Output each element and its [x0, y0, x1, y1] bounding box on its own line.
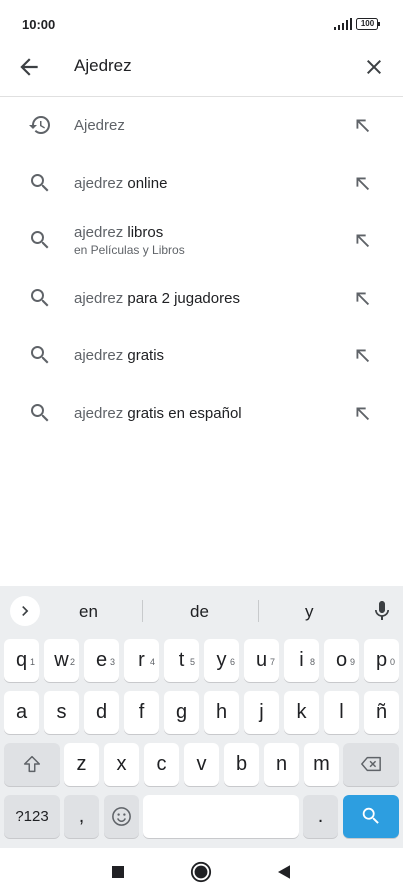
- history-icon: [29, 116, 50, 134]
- search-key[interactable]: [343, 795, 399, 838]
- close-icon[interactable]: [362, 55, 386, 79]
- battery-icon: 100: [356, 18, 380, 30]
- key-k[interactable]: k: [284, 691, 319, 734]
- fill-query-arrow-icon[interactable]: [351, 114, 373, 136]
- fill-query-arrow-icon[interactable]: [351, 229, 373, 251]
- key-v[interactable]: v: [184, 743, 219, 786]
- prediction-divider: [142, 600, 143, 622]
- key-d[interactable]: d: [84, 691, 119, 734]
- key-j[interactable]: j: [244, 691, 279, 734]
- recents-square-icon[interactable]: [110, 864, 126, 880]
- comma-key[interactable]: ,: [64, 795, 99, 838]
- expand-toolbar-button[interactable]: [10, 596, 40, 626]
- key-l[interactable]: l: [324, 691, 359, 734]
- fill-query-arrow-icon[interactable]: [351, 402, 373, 424]
- suggestion-text: ajedrez para 2 jugadores: [74, 290, 240, 307]
- key-g[interactable]: g: [164, 691, 199, 734]
- shift-arrow-icon: [23, 755, 41, 773]
- list-item[interactable]: ajedrez gratis en español: [0, 384, 403, 441]
- suggestion-text: Ajedrez: [74, 117, 125, 134]
- key-p[interactable]: p0: [364, 639, 399, 682]
- backspace-icon: [361, 756, 381, 772]
- key-c[interactable]: c: [144, 743, 179, 786]
- list-item[interactable]: ajedrez libros en Películas y Libros: [0, 211, 403, 268]
- emoji-icon: [112, 807, 131, 826]
- keyboard: en de y q1 w2 e3 r4 t5 y6 u7 i8 o9 p0 a …: [0, 586, 403, 848]
- search-icon: [31, 231, 49, 249]
- suggestion-subtitle: en Películas y Libros: [74, 243, 185, 257]
- search-icon: [31, 346, 49, 364]
- key-m[interactable]: m: [304, 743, 339, 786]
- back-arrow-icon[interactable]: [16, 54, 42, 80]
- search-icon: [31, 289, 49, 307]
- key-n-tilde[interactable]: ñ: [364, 691, 399, 734]
- symbols-key[interactable]: ?123: [4, 795, 60, 838]
- search-icon: [31, 174, 49, 192]
- list-item[interactable]: ajedrez online: [0, 154, 403, 211]
- back-triangle-icon[interactable]: [275, 863, 293, 881]
- fill-query-arrow-icon[interactable]: [351, 172, 373, 194]
- list-item[interactable]: ajedrez gratis: [0, 326, 403, 383]
- chevron-right-icon: [22, 606, 29, 616]
- key-r[interactable]: r4: [124, 639, 159, 682]
- search-icon: [31, 404, 49, 422]
- key-o[interactable]: o9: [324, 639, 359, 682]
- key-s[interactable]: s: [44, 691, 79, 734]
- key-f[interactable]: f: [124, 691, 159, 734]
- status-time: 10:00: [22, 17, 56, 32]
- key-h[interactable]: h: [204, 691, 239, 734]
- emoji-key[interactable]: [104, 795, 139, 838]
- fill-query-arrow-icon[interactable]: [351, 287, 373, 309]
- prediction-bar: en de y: [0, 586, 403, 634]
- signal-icon: [334, 18, 352, 30]
- key-y[interactable]: y6: [204, 639, 239, 682]
- prediction-divider: [258, 600, 259, 622]
- list-item[interactable]: Ajedrez: [0, 96, 403, 153]
- key-e[interactable]: e3: [84, 639, 119, 682]
- period-key[interactable]: .: [303, 795, 338, 838]
- suggestion-text: ajedrez libros: [74, 224, 164, 241]
- suggestion-text: ajedrez online: [74, 175, 168, 192]
- home-circle-icon[interactable]: [190, 861, 212, 883]
- battery-level: 100: [360, 19, 375, 28]
- space-key[interactable]: [143, 795, 299, 838]
- suggestion-text: ajedrez gratis en español: [74, 405, 242, 422]
- key-q[interactable]: q1: [4, 639, 39, 682]
- list-item[interactable]: ajedrez para 2 jugadores: [0, 269, 403, 326]
- key-u[interactable]: u7: [244, 639, 279, 682]
- search-icon: [362, 807, 379, 824]
- search-bar: Ajedrez: [0, 40, 403, 97]
- microphone-icon[interactable]: [370, 599, 394, 623]
- key-a[interactable]: a: [4, 691, 39, 734]
- fill-query-arrow-icon[interactable]: [351, 344, 373, 366]
- key-b[interactable]: b: [224, 743, 259, 786]
- prediction-1[interactable]: en: [79, 602, 98, 622]
- shift-key[interactable]: [4, 743, 60, 786]
- prediction-2[interactable]: de: [190, 602, 209, 622]
- key-n[interactable]: n: [264, 743, 299, 786]
- suggestion-text: ajedrez gratis: [74, 347, 165, 364]
- key-x[interactable]: x: [104, 743, 139, 786]
- key-t[interactable]: t5: [164, 639, 199, 682]
- prediction-3[interactable]: y: [305, 602, 314, 622]
- backspace-key[interactable]: [343, 743, 399, 786]
- key-i[interactable]: i8: [284, 639, 319, 682]
- key-z[interactable]: z: [64, 743, 99, 786]
- key-w[interactable]: w2: [44, 639, 79, 682]
- navigation-bar: [0, 848, 403, 896]
- search-input[interactable]: Ajedrez: [74, 56, 132, 76]
